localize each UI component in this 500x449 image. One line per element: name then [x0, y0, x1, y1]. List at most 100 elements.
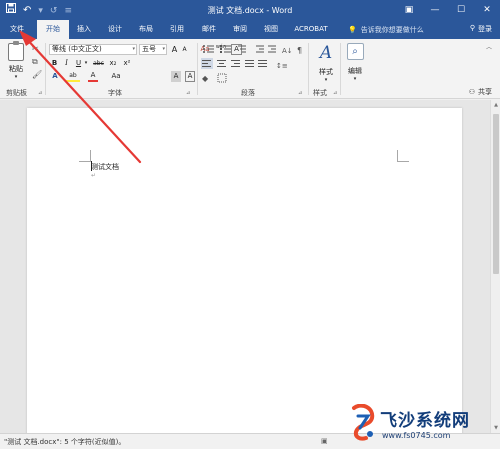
scroll-thumb[interactable]: [493, 114, 499, 274]
scroll-up-icon[interactable]: ▲: [492, 102, 500, 108]
group-divider: [340, 43, 341, 95]
change-case-button[interactable]: Aa: [109, 71, 123, 82]
strikethrough-button[interactable]: abc: [91, 58, 106, 69]
svg-text:↕≡: ↕≡: [276, 62, 288, 70]
chevron-down-icon[interactable]: ▾: [83, 58, 89, 69]
ribbon-pin-icon[interactable]: ︿: [486, 42, 492, 51]
font-group-label: 字体: [108, 89, 122, 97]
crop-mark-top-right: [397, 150, 409, 162]
minimize-icon[interactable]: —: [422, 0, 448, 20]
share-icon: ⚇: [468, 88, 475, 96]
site-watermark: 飞沙系统网 www.fs0745.com: [348, 402, 500, 449]
maximize-icon[interactable]: ☐: [448, 0, 474, 20]
ribbon-tabs: 文件 开始 插入 设计 布局 引用 邮件 审阅 视图 ACROBAT 💡 告诉我…: [0, 20, 500, 39]
dialog-launcher-icon[interactable]: ⊿: [333, 90, 337, 96]
line-spacing-icon[interactable]: ↕≡: [276, 62, 288, 70]
tab-file[interactable]: 文件: [2, 20, 32, 39]
group-divider: [197, 43, 198, 95]
group-divider: [45, 43, 46, 95]
increase-indent-icon[interactable]: [268, 45, 276, 53]
sign-in-label: 登录: [478, 25, 492, 33]
styles-button[interactable]: A 样式 ▾: [312, 43, 340, 83]
chevron-down-icon: ▾: [353, 76, 357, 82]
watermark-title: 飞沙系统网: [380, 411, 470, 431]
font-size-value: 五号: [142, 45, 156, 53]
tab-layout[interactable]: 布局: [134, 20, 158, 39]
paragraph-controls: A↓ ¶ ↕≡ ◆: [201, 45, 302, 83]
grow-font-button[interactable]: A: [170, 44, 179, 55]
window-controls: ▣ — ☐ ✕: [396, 0, 500, 20]
proofing-icon[interactable]: ▣: [321, 437, 328, 445]
copy-icon[interactable]: ⧉: [32, 57, 38, 67]
tell-me-text: 告诉我你想要做什么: [360, 26, 424, 34]
clipboard-icon: [8, 41, 24, 61]
dialog-launcher-icon[interactable]: ⊿: [38, 90, 42, 96]
numbering-icon[interactable]: [220, 45, 231, 53]
user-icon: ⚲: [469, 24, 475, 32]
cut-icon[interactable]: ✂: [32, 44, 39, 53]
superscript-button[interactable]: x²: [122, 58, 132, 69]
shrink-font-button[interactable]: A: [180, 44, 189, 55]
styles-label: 样式: [319, 68, 333, 76]
show-marks-icon[interactable]: ¶: [297, 46, 302, 55]
underline-button[interactable]: U: [74, 58, 83, 69]
highlight-button[interactable]: ab: [66, 71, 80, 82]
sort-icon[interactable]: A↓: [282, 47, 293, 55]
dialog-launcher-icon[interactable]: ⊿: [186, 90, 190, 96]
char-border-button[interactable]: A: [185, 71, 195, 82]
ribbon-display-icon[interactable]: ▣: [396, 0, 422, 20]
title-bar: ↶ ▾ ↺ ≡ 测试 文档.docx - Word ▣ — ☐ ✕: [0, 0, 500, 20]
bullets-icon[interactable]: [203, 45, 214, 53]
justify-icon[interactable]: [245, 60, 254, 67]
account-area[interactable]: ⚲ 登录: [470, 24, 492, 34]
crop-mark-top-left: [79, 150, 91, 162]
text-effects-button[interactable]: A: [50, 71, 60, 82]
tab-mailings[interactable]: 邮件: [197, 20, 221, 39]
vertical-scrollbar[interactable]: ▲ ▼: [490, 100, 500, 433]
tab-design[interactable]: 设计: [103, 20, 127, 39]
align-right-icon[interactable]: [231, 60, 240, 67]
tab-references[interactable]: 引用: [165, 20, 189, 39]
svg-text:◆: ◆: [202, 74, 209, 83]
word-window: ↶ ▾ ↺ ≡ 测试 文档.docx - Word ▣ — ☐ ✕ 文件 开始 …: [0, 0, 500, 449]
italic-button[interactable]: I: [62, 58, 71, 69]
paste-button[interactable]: 粘贴 ▾: [4, 41, 28, 80]
chevron-down-icon: ▾: [162, 46, 165, 52]
document-text[interactable]: 测试文档: [91, 162, 119, 172]
styles-group-label: 样式: [313, 89, 327, 97]
bold-button[interactable]: B: [50, 58, 59, 69]
subscript-button[interactable]: x₂: [108, 58, 118, 69]
borders-icon[interactable]: [217, 73, 227, 83]
watermark-logo-icon: [352, 404, 375, 441]
tab-home[interactable]: 开始: [37, 20, 69, 39]
share-label: 共享: [478, 88, 492, 96]
tell-me-box[interactable]: 💡 告诉我你想要做什么: [348, 25, 424, 35]
svg-text:¶: ¶: [297, 46, 302, 55]
dialog-launcher-icon[interactable]: ⊿: [298, 90, 302, 96]
shading-icon[interactable]: ◆: [202, 74, 209, 83]
chevron-down-icon: ▾: [324, 77, 328, 83]
distributed-icon[interactable]: [258, 60, 267, 67]
font-name-select[interactable]: 等线 (中文正文) ▾: [49, 44, 137, 55]
tab-view[interactable]: 视图: [259, 20, 283, 39]
chevron-down-icon: ▾: [132, 46, 135, 52]
tab-review[interactable]: 审阅: [228, 20, 252, 39]
multilevel-list-icon[interactable]: [238, 45, 246, 53]
share-button[interactable]: ⚇ 共享: [469, 87, 492, 97]
close-icon[interactable]: ✕: [474, 0, 500, 20]
tab-insert[interactable]: 插入: [72, 20, 96, 39]
font-color-button[interactable]: A: [88, 71, 98, 82]
status-text: "测试 文档.docx": 5 个字符(近似值)。: [4, 438, 126, 446]
align-left-icon[interactable]: [201, 58, 213, 69]
align-center-icon[interactable]: [217, 60, 226, 67]
ribbon-home: 粘贴 ▾ ✂ ⧉ 🖌 剪贴板 ⊿ 等线 (中文正文) ▾ 五号 ▾ A A Aa…: [0, 39, 500, 99]
document-page[interactable]: 测试文档 ↵: [27, 108, 462, 433]
font-size-select[interactable]: 五号 ▾: [139, 44, 167, 55]
font-name-value: 等线 (中文正文): [52, 45, 102, 53]
tab-acrobat[interactable]: ACROBAT: [292, 20, 330, 39]
search-icon: ⌕: [346, 43, 364, 60]
format-painter-icon[interactable]: 🖌: [32, 70, 42, 79]
editing-button[interactable]: ⌕ 编辑 ▾: [342, 43, 368, 82]
char-shading-button[interactable]: A: [171, 71, 181, 82]
decrease-indent-icon[interactable]: [256, 45, 264, 53]
